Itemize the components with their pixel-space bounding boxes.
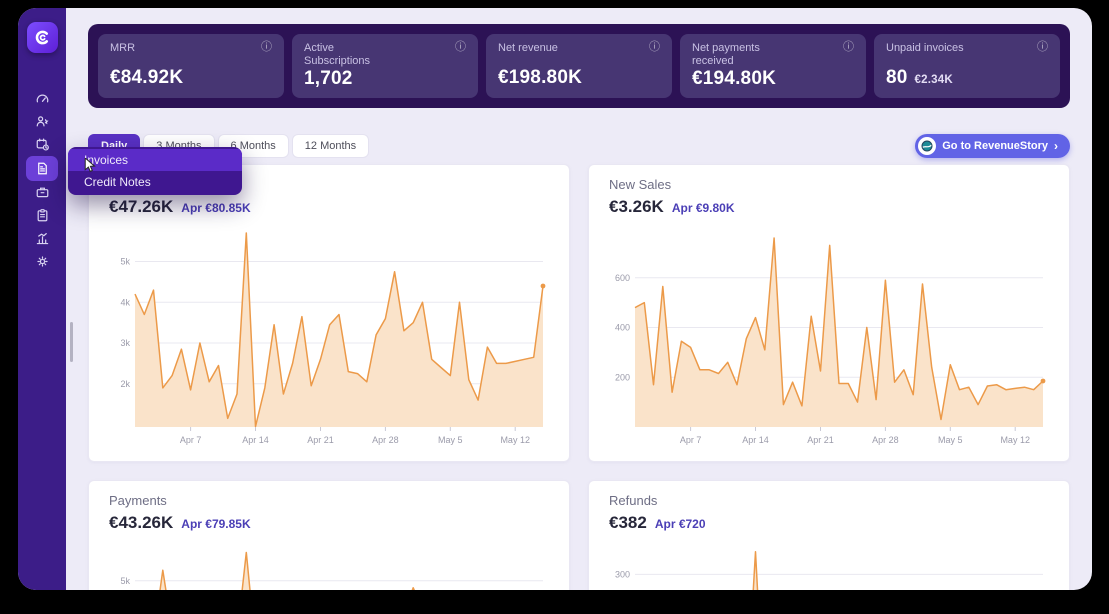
area-chart-payments: 5k <box>109 541 549 590</box>
kpi-value: €198.80K <box>498 67 660 89</box>
svg-text:May 5: May 5 <box>938 435 963 445</box>
svg-text:May 5: May 5 <box>438 435 463 445</box>
svg-text:2k: 2k <box>120 379 130 389</box>
customers-icon <box>35 114 50 129</box>
dashboard-gauge-icon <box>35 91 50 106</box>
tab-12-months[interactable]: 12 Months <box>292 134 369 158</box>
svg-text:400: 400 <box>615 323 630 333</box>
kpi-card-mrr: MRR ⓘ €84.92K <box>98 34 284 98</box>
info-icon[interactable]: ⓘ <box>261 42 272 53</box>
kpi-card-active-subscriptions: Active Subscriptions ⓘ 1,702 <box>292 34 478 98</box>
kpi-value: 1,702 <box>304 68 466 90</box>
sidebar-item-customers[interactable] <box>26 110 58 133</box>
kpi-value-suffix: €2.34K <box>915 74 953 86</box>
card-value: €3.26K <box>609 197 664 217</box>
svg-text:Apr 7: Apr 7 <box>180 435 202 445</box>
kpi-value: 80€2.34K <box>886 67 1048 89</box>
svg-text:600: 600 <box>615 273 630 283</box>
sidebar-item-subscriptions[interactable] <box>26 133 58 156</box>
svg-text:200: 200 <box>615 372 630 382</box>
svg-text:5k: 5k <box>120 257 130 267</box>
info-icon[interactable]: ⓘ <box>1037 42 1048 53</box>
logo-c-icon <box>34 29 51 46</box>
card-title: New Sales <box>609 177 1049 194</box>
sidebar-item-payments[interactable] <box>26 181 58 204</box>
svg-text:300: 300 <box>615 569 630 579</box>
reports-chart-icon <box>35 231 50 246</box>
card-period-value: Apr €79.85K <box>181 517 250 531</box>
kpi-label: Net payments received <box>692 42 788 68</box>
kpi-label: Active Subscriptions <box>304 42 400 68</box>
invoices-flyout-menu: Invoices Credit Notes <box>68 147 242 195</box>
main-content: MRR ⓘ €84.92K Active Subscriptions ⓘ 1,702… <box>66 8 1092 590</box>
scrollbar-handle[interactable] <box>70 322 73 362</box>
sidebar-item-reports[interactable] <box>26 227 58 250</box>
subscriptions-calendar-icon <box>35 137 50 152</box>
svg-text:Apr 7: Apr 7 <box>680 435 702 445</box>
sidebar-nav <box>26 87 58 273</box>
kpi-label: MRR <box>110 42 135 55</box>
invoices-document-icon <box>35 161 50 176</box>
svg-text:Apr 21: Apr 21 <box>307 435 334 445</box>
card-value: €43.26K <box>109 513 173 533</box>
card-period-value: Apr €720 <box>655 517 706 531</box>
info-icon[interactable]: ⓘ <box>843 42 854 53</box>
svg-text:Apr 14: Apr 14 <box>242 435 269 445</box>
chart-card-new-sales: New Sales €3.26K Apr €9.80K 200 400 600 Apr … <box>588 164 1070 462</box>
sidebar-item-dashboard[interactable] <box>26 87 58 110</box>
kpi-bar: MRR ⓘ €84.92K Active Subscriptions ⓘ 1,702… <box>88 24 1070 108</box>
orders-clipboard-icon <box>35 208 50 223</box>
card-title: Payments <box>109 493 549 510</box>
revenuestory-globe-icon <box>918 137 936 155</box>
kpi-label: Unpaid invoices <box>886 42 964 55</box>
svg-text:5k: 5k <box>120 576 130 586</box>
chart-card-payments: Payments €43.26K Apr €79.85K 5k <box>88 480 570 590</box>
kpi-card-net-payments: Net payments received ⓘ €194.80K <box>680 34 866 98</box>
svg-text:Apr 28: Apr 28 <box>872 435 899 445</box>
area-chart-new-sales: 200 400 600 Apr 7 Apr 14 Apr 21 Apr 28 May 5 May… <box>609 225 1049 455</box>
svg-text:3k: 3k <box>120 338 130 348</box>
svg-text:Apr 21: Apr 21 <box>807 435 834 445</box>
info-icon[interactable]: ⓘ <box>649 42 660 53</box>
info-icon[interactable]: ⓘ <box>455 42 466 53</box>
sidebar <box>18 8 66 590</box>
menu-item-invoices[interactable]: Invoices <box>68 149 242 171</box>
svg-text:May 12: May 12 <box>1000 435 1030 445</box>
chevron-right-icon: › <box>1054 140 1058 152</box>
payments-box-icon <box>35 185 50 200</box>
card-period-value: Apr €9.80K <box>672 201 735 215</box>
menu-item-credit-notes[interactable]: Credit Notes <box>68 171 242 193</box>
kpi-card-unpaid-invoices: Unpaid invoices ⓘ 80€2.34K <box>874 34 1060 98</box>
svg-text:Apr 28: Apr 28 <box>372 435 399 445</box>
button-label: Go to RevenueStory <box>942 140 1048 152</box>
svg-text:Apr 14: Apr 14 <box>742 435 769 445</box>
sidebar-item-settings[interactable] <box>26 250 58 273</box>
card-value: €382 <box>609 513 647 533</box>
area-chart-invoices: 2k 3k 4k 5k Apr 7 Apr 14 Apr 21 Apr 28 May 5 May … <box>109 225 549 455</box>
kpi-card-net-revenue: Net revenue ⓘ €198.80K <box>486 34 672 98</box>
sidebar-item-invoices[interactable] <box>26 156 58 181</box>
chart-card-invoices: €47.26K Apr €80.85K 2k 3k 4k 5k Apr 7 Apr 14 Ap… <box>88 164 570 462</box>
kpi-value: €194.80K <box>692 68 854 90</box>
svg-text:May 12: May 12 <box>500 435 530 445</box>
card-period-value: Apr €80.85K <box>181 201 250 215</box>
app-window: MRR ⓘ €84.92K Active Subscriptions ⓘ 1,702… <box>18 8 1092 590</box>
sidebar-item-orders[interactable] <box>26 204 58 227</box>
kpi-value: €84.92K <box>110 67 272 89</box>
card-title: Refunds <box>609 493 1049 510</box>
chargebee-logo[interactable] <box>27 22 58 53</box>
card-value: €47.26K <box>109 197 173 217</box>
svg-text:4k: 4k <box>120 297 130 307</box>
kpi-label: Net revenue <box>498 42 558 55</box>
charts-grid: €47.26K Apr €80.85K 2k 3k 4k 5k Apr 7 Apr 14 Ap… <box>88 164 1070 590</box>
go-to-revenuestory-button[interactable]: Go to RevenueStory › <box>915 134 1070 158</box>
settings-gear-icon <box>35 254 50 269</box>
area-chart-refunds: 300250 <box>609 541 1049 590</box>
chart-card-refunds: Refunds €382 Apr €720 300250 <box>588 480 1070 590</box>
